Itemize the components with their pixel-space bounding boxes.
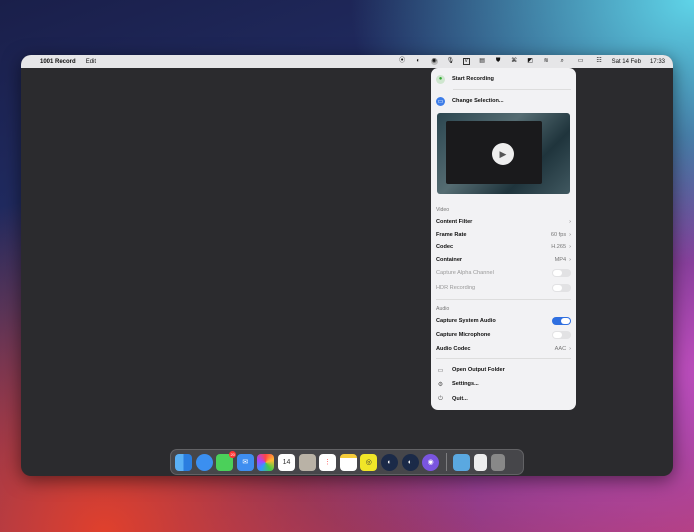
dock-notes-icon[interactable] bbox=[339, 453, 357, 471]
dock-photos-icon[interactable] bbox=[257, 453, 275, 471]
settings-item[interactable]: ⚙ Settings... bbox=[436, 379, 571, 389]
dock-app-icon[interactable]: ◎ bbox=[360, 453, 378, 471]
capture-microphone-item: Capture Microphone bbox=[436, 330, 571, 340]
container-value: MP4 bbox=[554, 257, 567, 263]
frame-rate-value: 60 fps bbox=[550, 232, 567, 238]
hdr-label: HDR Recording bbox=[436, 285, 476, 291]
dock-messages-icon[interactable]: 20 bbox=[216, 450, 237, 471]
capture-system-audio-item: Capture System Audio bbox=[436, 316, 571, 326]
dock-finder-icon[interactable] bbox=[175, 453, 192, 471]
dock-steam-icon[interactable]: ◐ bbox=[401, 453, 419, 471]
record-icon: ● bbox=[436, 74, 445, 84]
cursor-icon[interactable]: ◩ bbox=[527, 58, 534, 65]
capture-alpha-label: Capture Alpha Channel bbox=[436, 270, 494, 276]
capture-system-audio-toggle[interactable] bbox=[552, 317, 571, 325]
display-icon: ▭ bbox=[436, 96, 445, 106]
video-section-header: Video bbox=[436, 207, 450, 213]
gamepad-icon[interactable]: ⌘ bbox=[511, 58, 518, 65]
chevron-right-icon: › bbox=[569, 244, 571, 250]
selection-preview[interactable]: ▶ bbox=[437, 113, 570, 194]
dock-contacts-icon[interactable] bbox=[298, 453, 316, 471]
microphone-icon[interactable]: 🎙 bbox=[447, 58, 455, 65]
menu-date[interactable]: Sat 14 Feb bbox=[612, 59, 641, 65]
dock-safari-icon[interactable] bbox=[195, 453, 213, 471]
audio-codec-item[interactable]: Audio Codec AAC › bbox=[436, 344, 571, 354]
chevron-right-icon: › bbox=[569, 346, 571, 352]
v-icon[interactable]: V bbox=[462, 58, 470, 65]
dock-app-icon[interactable]: ◉ bbox=[422, 453, 440, 471]
screen-record-icon[interactable]: ◉ bbox=[430, 58, 438, 65]
open-output-folder-item[interactable]: ▭ Open Output Folder bbox=[436, 365, 571, 375]
frame-rate-item[interactable]: Frame Rate 60 fps › bbox=[436, 230, 571, 240]
dock-separator bbox=[445, 453, 447, 471]
dock-folder-icon[interactable] bbox=[453, 453, 471, 471]
capture-alpha-item: Capture Alpha Channel bbox=[436, 268, 571, 278]
content-filter-label: Content Filter bbox=[436, 219, 473, 225]
chevron-right-icon: › bbox=[569, 232, 571, 238]
control-center-icon[interactable]: ☷ bbox=[596, 58, 603, 65]
folder-icon: ▭ bbox=[437, 367, 444, 374]
record-menu-panel: ● Start Recording ▭ Change Selection... … bbox=[431, 68, 576, 410]
frame-rate-label: Frame Rate bbox=[436, 232, 467, 238]
quit-item[interactable]: ⏻ Quit... bbox=[436, 394, 571, 404]
battery-icon[interactable]: ▭ bbox=[575, 58, 587, 65]
search-icon[interactable]: ⌕ bbox=[559, 58, 566, 65]
chevron-right-icon: › bbox=[569, 219, 571, 225]
dock-document-icon[interactable] bbox=[473, 453, 487, 471]
calendar-day: 14 bbox=[282, 458, 291, 466]
container-label: Container bbox=[436, 257, 463, 263]
dock-reminders-icon[interactable]: ⋮ bbox=[319, 453, 337, 471]
audio-codec-label: Audio Codec bbox=[436, 346, 471, 352]
dock-trash-icon[interactable] bbox=[490, 453, 505, 471]
codec-item[interactable]: Codec H.265 › bbox=[436, 242, 571, 252]
capture-microphone-label: Capture Microphone bbox=[436, 332, 491, 338]
app-window: 1001 Record Edit ⦿ ◐ ◉ 🎙 V ▤ ⛊ ⌘ ◩ ≋ ⌕ ▭… bbox=[21, 55, 673, 476]
chevron-right-icon: › bbox=[569, 257, 571, 263]
audio-section-header: Audio bbox=[436, 306, 450, 312]
menu-edit[interactable]: Edit bbox=[86, 59, 96, 65]
hdr-item: HDR Recording bbox=[436, 283, 571, 293]
capture-system-audio-label: Capture System Audio bbox=[436, 318, 496, 324]
start-recording-label: Start Recording bbox=[452, 76, 494, 82]
container-item[interactable]: Container MP4 › bbox=[436, 255, 571, 265]
capture-alpha-toggle[interactable] bbox=[552, 269, 571, 277]
play-icon[interactable]: ▶ bbox=[492, 143, 514, 165]
dock-calendar-icon[interactable]: 14 bbox=[277, 453, 295, 471]
menu-app-name[interactable]: 1001 Record bbox=[40, 59, 76, 65]
start-recording-item[interactable]: ● Start Recording bbox=[436, 74, 571, 84]
menu-bar: 1001 Record Edit ⦿ ◐ ◉ 🎙 V ▤ ⛊ ⌘ ◩ ≋ ⌕ ▭… bbox=[21, 55, 673, 68]
control-icon[interactable]: ▤ bbox=[479, 58, 486, 65]
audio-codec-value: AAC bbox=[554, 346, 567, 352]
open-output-label: Open Output Folder bbox=[452, 367, 505, 373]
wifi-icon[interactable]: ≋ bbox=[543, 58, 550, 65]
settings-label: Settings... bbox=[452, 381, 479, 387]
dock-steam-icon[interactable]: ◐ bbox=[380, 453, 398, 471]
codec-label: Codec bbox=[436, 244, 454, 250]
shield-icon[interactable]: ⛊ bbox=[495, 58, 502, 65]
power-icon: ⏻ bbox=[438, 395, 443, 402]
content-filter-item[interactable]: Content Filter › bbox=[436, 217, 571, 227]
messages-badge: 20 bbox=[229, 450, 237, 458]
capture-microphone-toggle[interactable] bbox=[552, 331, 571, 339]
dock: 20 ✉ 14 ⋮ ◎ ◐ ◐ ◉ bbox=[170, 449, 524, 475]
hdr-toggle[interactable] bbox=[552, 284, 571, 292]
gear-icon: ⚙ bbox=[437, 381, 444, 388]
menu-time[interactable]: 17:33 bbox=[650, 59, 665, 65]
record-status-icon[interactable]: ⦿ bbox=[399, 58, 406, 65]
quit-label: Quit... bbox=[452, 396, 468, 402]
codec-value: H.265 bbox=[551, 244, 567, 250]
change-selection-item[interactable]: ▭ Change Selection... bbox=[436, 96, 571, 106]
change-selection-label: Change Selection... bbox=[452, 98, 504, 104]
dock-mail-icon[interactable]: ✉ bbox=[236, 453, 254, 471]
steam-icon[interactable]: ◐ bbox=[415, 58, 422, 65]
